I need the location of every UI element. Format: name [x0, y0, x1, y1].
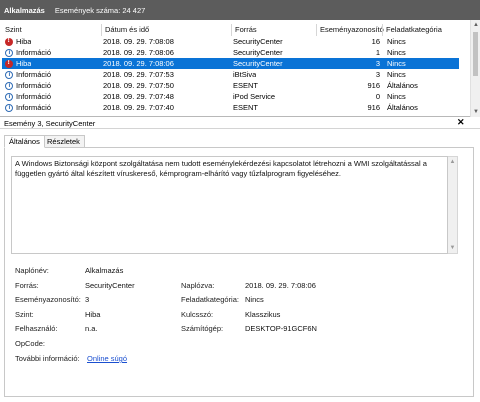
tab-general[interactable]: Általános	[4, 135, 45, 148]
log-header: Alkalmazás Események száma: 24 427	[0, 0, 480, 20]
logged-label: Naplózva:	[181, 281, 215, 290]
user-label: Felhasználó:	[15, 324, 58, 333]
row-datetime: 2018. 09. 29. 7:07:50	[103, 81, 174, 90]
event-id-value: 3	[85, 295, 90, 304]
row-level: Információ	[16, 70, 52, 79]
row-source: SecurityCenter	[233, 48, 283, 57]
row-datetime: 2018. 09. 29. 7:08:06	[103, 59, 174, 68]
table-row[interactable]: Információ 2018. 09. 29. 7:07:50 ESENT 9…	[2, 80, 459, 91]
row-datetime: 2018. 09. 29. 7:07:53	[103, 70, 174, 79]
more-info-label: További információ:	[15, 354, 80, 363]
logged-value: 2018. 09. 29. 7:08:06	[245, 281, 316, 290]
table-body: Hiba 2018. 09. 29. 7:08:08 SecurityCente…	[0, 36, 470, 117]
row-category: Nincs	[387, 37, 406, 46]
row-source: ESENT	[233, 103, 259, 112]
event-count: Események száma: 24 427	[54, 5, 146, 15]
close-icon[interactable]: ✕	[457, 117, 465, 128]
row-source: iBtSiva	[233, 70, 257, 79]
row-event-id: 916	[367, 103, 380, 112]
source-label: Forrás:	[15, 281, 39, 290]
column-header-event-id[interactable]: Eseményazonosító	[316, 24, 384, 36]
table-header: Szint Dátum és idő Forrás Eseményazonosí…	[0, 24, 470, 36]
column-header-category[interactable]: Feladatkategória	[382, 24, 470, 36]
log-name-label: Naplónév:	[15, 266, 49, 275]
row-datetime: 2018. 09. 29. 7:07:40	[103, 103, 174, 112]
source-value: SecurityCenter	[85, 281, 135, 290]
user-value: n.a.	[85, 324, 98, 333]
scroll-up-arrow-icon[interactable]: ▲	[471, 20, 480, 30]
info-icon	[5, 103, 13, 112]
row-category: Nincs	[387, 59, 406, 68]
row-datetime: 2018. 09. 29. 7:08:06	[103, 48, 174, 57]
log-name-value: Alkalmazás	[85, 266, 124, 275]
row-level: Információ	[16, 48, 52, 57]
level-label: Szint:	[15, 310, 34, 319]
scrollbar-thumb[interactable]	[473, 32, 478, 76]
general-tab-panel: A Windows Biztonsági központ szolgáltatá…	[4, 147, 474, 397]
scroll-down-arrow-icon[interactable]: ▼	[471, 107, 480, 117]
opcode-label: OpCode:	[15, 339, 46, 348]
description-scrollbar[interactable]: ▲ ▼	[448, 156, 458, 254]
keywords-label: Kulcsszó:	[181, 310, 214, 319]
info-icon	[5, 48, 13, 57]
keywords-value: Klasszikus	[245, 310, 281, 319]
event-description: A Windows Biztonsági központ szolgáltatá…	[11, 156, 448, 254]
row-source: ESENT	[233, 81, 259, 90]
row-event-id: 3	[375, 70, 380, 79]
table-row[interactable]: Információ 2018. 09. 29. 7:07:48 iPod Se…	[2, 91, 459, 102]
row-event-id: 916	[367, 81, 380, 90]
scroll-down-arrow-icon[interactable]: ▼	[448, 243, 457, 253]
row-category: Általános	[387, 103, 418, 112]
row-datetime: 2018. 09. 29. 7:07:48	[103, 92, 174, 101]
row-source: SecurityCenter	[233, 59, 283, 68]
row-level: Hiba	[16, 59, 32, 68]
error-icon	[5, 37, 13, 46]
computer-label: Számítógép:	[181, 324, 224, 333]
row-event-id: 3	[375, 59, 380, 68]
row-event-id: 1	[375, 48, 380, 57]
online-help-link[interactable]: Online súgó	[87, 354, 127, 363]
task-category-value: Nincs	[245, 295, 264, 304]
row-level: Információ	[16, 103, 52, 112]
row-source: iPod Service	[233, 92, 276, 101]
table-row[interactable]: Információ 2018. 09. 29. 7:07:53 iBtSiva…	[2, 69, 459, 80]
row-category: Nincs	[387, 70, 406, 79]
row-category: Általános	[387, 81, 418, 90]
scroll-up-arrow-icon[interactable]: ▲	[448, 157, 457, 167]
detail-header: Esemény 3, SecurityCenter ✕	[0, 117, 480, 129]
table-row[interactable]: Információ 2018. 09. 29. 7:07:40 ESENT 9…	[2, 102, 459, 113]
detail-title: Esemény 3, SecurityCenter	[4, 119, 96, 128]
column-header-source[interactable]: Forrás	[231, 24, 316, 36]
row-level: Információ	[16, 81, 52, 90]
row-category: Nincs	[387, 48, 406, 57]
table-row-selected[interactable]: Hiba 2018. 09. 29. 7:08:06 SecurityCente…	[2, 58, 459, 69]
table-row[interactable]: Információ 2018. 09. 29. 7:08:06 Securit…	[2, 47, 459, 58]
task-category-label: Feladatkategória:	[181, 295, 239, 304]
table-scrollbar[interactable]: ▲ ▼	[470, 20, 480, 117]
row-category: Nincs	[387, 92, 406, 101]
level-value: Hiba	[85, 310, 101, 319]
event-id-label: Eseményazonosító:	[15, 295, 81, 304]
row-event-id: 16	[371, 37, 380, 46]
column-header-datetime[interactable]: Dátum és idő	[101, 24, 231, 36]
row-source: SecurityCenter	[233, 37, 283, 46]
event-detail-pane: Esemény 3, SecurityCenter ✕ Általános Ré…	[0, 117, 480, 402]
event-table: Szint Dátum és idő Forrás Eseményazonosí…	[0, 20, 480, 117]
error-icon	[5, 59, 13, 68]
info-icon	[5, 81, 13, 90]
log-title: Alkalmazás	[4, 5, 45, 15]
computer-value: DESKTOP-91GCF6N	[245, 324, 317, 333]
table-row[interactable]: Hiba 2018. 09. 29. 7:08:08 SecurityCente…	[2, 36, 459, 47]
row-level: Információ	[16, 92, 52, 101]
info-icon	[5, 92, 13, 101]
row-event-id: 0	[375, 92, 380, 101]
column-header-level[interactable]: Szint	[0, 24, 101, 36]
row-datetime: 2018. 09. 29. 7:08:08	[103, 37, 174, 46]
row-level: Hiba	[16, 37, 32, 46]
info-icon	[5, 70, 13, 79]
